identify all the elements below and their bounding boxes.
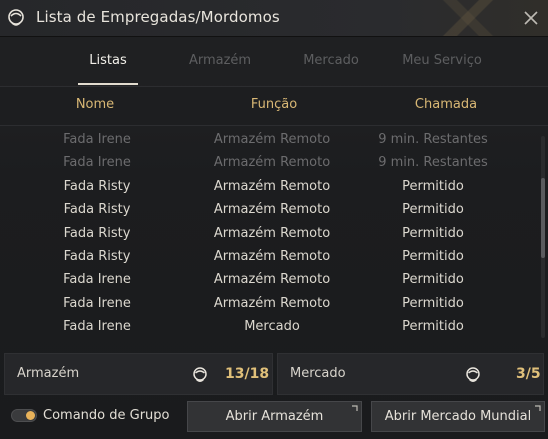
window-title: Lista de Empregadas/Mordomos [36,8,280,26]
close-icon[interactable] [522,9,540,27]
active-tab-indicator [78,83,138,85]
maid-name: Fada Irene [63,295,131,311]
list-item[interactable]: Fada Irene Armazém Remoto Permitido [0,292,540,315]
expand-corner-icon [352,405,358,411]
title-bar[interactable]: Lista de Empregadas/Mordomos [0,0,548,37]
maid-call-status: Permitido [402,272,464,288]
list-item[interactable]: Fada Risty Armazém Remoto Permitido [0,198,540,221]
open-storage-button[interactable]: Abrir Armazém [187,401,362,432]
list-item[interactable]: Fada Risty Armazém Remoto Permitido [0,175,540,198]
maid-call-status: Permitido [402,295,464,311]
column-header-call: Chamada [414,97,478,112]
maid-function: Armazém Remoto [213,272,331,288]
maid-name: Fada Irene [63,272,131,288]
list-item[interactable]: Fada Irene Armazém Remoto Permitido [0,268,540,291]
column-header-name: Nome [75,97,115,112]
title-decoration [408,0,528,36]
column-header-function: Função [250,97,298,112]
open-storage-label: Abrir Armazém [225,409,324,424]
tab-armazem[interactable]: Armazém [170,53,270,68]
market-summary-panel: Mercado 3/5 [277,353,544,395]
maid-list: Fada Irene Armazém Remoto 9 min. Restant… [0,128,540,340]
group-command-label: Comando de Grupo [43,408,170,423]
expand-corner-icon [535,405,541,411]
tab-meu-servico[interactable]: Meu Serviço [392,53,492,68]
maid-name: Fada Risty [63,225,131,241]
open-world-market-button[interactable]: Abrir Mercado Mundial [371,401,545,432]
maid-name: Fada Irene [63,132,131,147]
maid-call-status: Permitido [402,202,464,218]
tab-bar: Listas Armazém Mercado Meu Serviço [0,37,548,85]
maid-function: Mercado [244,319,300,335]
maid-call-status: Permitido [402,178,464,194]
maid-function: Armazém Remoto [213,249,331,264]
tab-listas[interactable]: Listas [58,53,158,68]
list-item[interactable]: Fada Risty Armazém Remoto Permitido [0,222,540,245]
maid-name: Fada Risty [63,249,131,264]
maid-name: Fada Irene [63,319,131,335]
maid-icon [193,367,207,382]
maid-call-status: 9 min. Restantes [378,155,488,171]
market-summary-count: 3/5 [516,366,541,382]
toggle-knob [26,411,35,420]
scrollbar-thumb[interactable] [541,178,545,258]
list-scrollbar[interactable] [541,136,545,338]
maid-function: Armazém Remoto [213,155,331,171]
maid-call-status: Permitido [402,249,464,264]
maid-list-window: Lista de Empregadas/Mordomos Listas Arma… [0,0,548,439]
maid-icon [8,9,24,26]
maid-call-status: 9 min. Restantes [378,132,488,147]
maid-function: Armazém Remoto [213,202,331,218]
storage-summary-panel: Armazém 13/18 [4,353,273,395]
list-item[interactable]: Fada Risty Armazém Remoto Permitido [0,245,540,268]
maid-function: Armazém Remoto [213,132,331,147]
maid-function: Armazém Remoto [213,225,331,241]
maid-name: Fada Risty [63,178,131,194]
maid-icon [466,367,480,382]
storage-summary-label: Armazém [17,366,80,381]
maid-call-status: Permitido [402,225,464,241]
tab-mercado[interactable]: Mercado [281,53,381,68]
column-headers: Nome Função Chamada [0,86,548,126]
market-summary-label: Mercado [290,366,346,381]
maid-name: Fada Risty [63,202,131,218]
maid-function: Armazém Remoto [213,178,331,194]
list-item[interactable]: Fada Irene Armazém Remoto 9 min. Restant… [0,128,540,151]
maid-name: Fada Irene [63,155,131,171]
maid-call-status: Permitido [402,319,464,335]
group-command-toggle[interactable] [11,409,37,422]
list-item[interactable]: Fada Irene Mercado Permitido [0,315,540,338]
storage-summary-count: 13/18 [225,366,270,382]
list-item[interactable]: Fada Irene Armazém Remoto 9 min. Restant… [0,151,540,174]
maid-function: Armazém Remoto [213,295,331,311]
open-world-market-label: Abrir Mercado Mundial [384,409,532,424]
